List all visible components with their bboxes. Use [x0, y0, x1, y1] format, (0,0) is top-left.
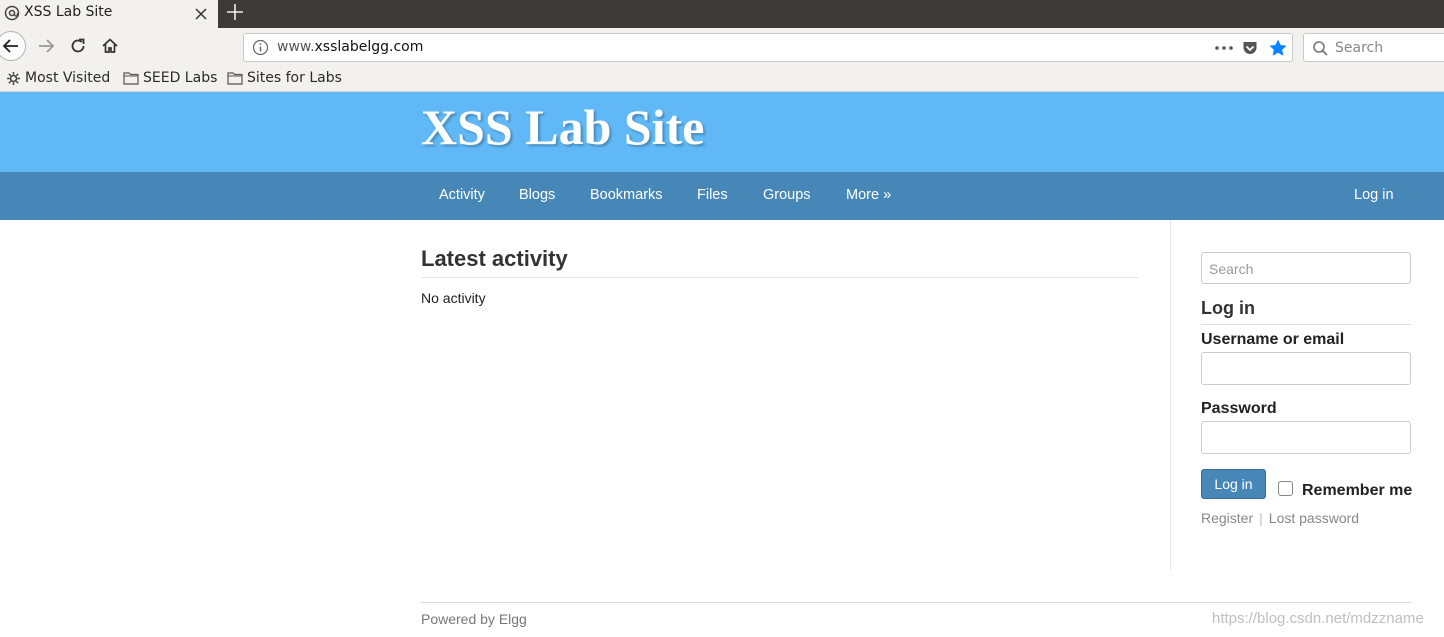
nav-groups[interactable]: Groups — [763, 187, 811, 203]
double-chevron-icon: » — [883, 187, 892, 203]
folder-icon — [227, 72, 243, 85]
register-link[interactable]: Register — [1201, 510, 1253, 526]
nav-more[interactable]: More » — [846, 187, 891, 203]
nav-bookmarks[interactable]: Bookmarks — [590, 187, 663, 203]
bookmark-label: Sites for Labs — [247, 70, 342, 86]
bookmark-label: Most Visited — [25, 70, 111, 86]
pocket-icon[interactable] — [1241, 39, 1259, 57]
browser-navbar: www.xsslabelgg.com Search — [0, 28, 1444, 66]
nav-login[interactable]: Log in — [1354, 187, 1394, 203]
login-button[interactable]: Log in — [1201, 469, 1266, 499]
site-search-placeholder: Search — [1209, 261, 1254, 277]
forward-arrow-icon — [39, 39, 55, 53]
bookmark-star-icon[interactable] — [1268, 38, 1288, 58]
bookmark-label: SEED Labs — [143, 70, 218, 86]
remember-me-checkbox[interactable] — [1278, 481, 1293, 496]
bookmark-most-visited[interactable]: Most Visited — [6, 70, 110, 86]
bookmark-sites-for-labs[interactable]: Sites for Labs — [227, 70, 342, 86]
url-bar[interactable]: www.xsslabelgg.com — [243, 33, 1293, 62]
bookmarks-toolbar: Most Visited SEED Labs Sites for Labs — [0, 66, 1444, 92]
link-separator: | — [1259, 510, 1263, 526]
close-tab-icon[interactable] — [192, 5, 210, 23]
url-text[interactable]: www.xsslabelgg.com — [277, 39, 423, 55]
empty-message: No activity — [421, 290, 486, 306]
nav-more-label: More — [846, 187, 880, 203]
back-button[interactable] — [0, 31, 26, 61]
username-field[interactable] — [1201, 352, 1411, 385]
sidebar-divider — [1170, 220, 1171, 570]
watermark: https://blog.csdn.net/mdzzname — [1212, 610, 1424, 627]
footer-divider — [421, 602, 1411, 603]
site-title[interactable]: XSS Lab Site — [421, 98, 704, 156]
nav-activity[interactable]: Activity — [439, 187, 485, 203]
page-title: Latest activity — [421, 246, 568, 271]
login-heading: Log in — [1201, 298, 1255, 318]
footer-powered-by[interactable]: Powered by Elgg — [421, 611, 527, 627]
remember-me-label[interactable]: Remember me — [1302, 482, 1412, 500]
nav-blogs[interactable]: Blogs — [519, 187, 555, 203]
new-tab-icon[interactable] — [224, 1, 246, 23]
home-icon — [102, 38, 118, 53]
url-domain: xsslabelgg.com — [314, 39, 424, 55]
url-prefix: www. — [277, 39, 315, 55]
site-nav: Activity Blogs Bookmarks Files Groups Mo… — [0, 172, 1444, 220]
search-icon — [1312, 40, 1329, 57]
login-divider — [1201, 324, 1411, 325]
title-divider — [421, 277, 1139, 278]
back-arrow-icon — [2, 39, 18, 53]
reload-icon — [71, 38, 85, 53]
page-actions-icon[interactable] — [1213, 39, 1235, 57]
forward-button[interactable] — [32, 32, 60, 60]
info-icon[interactable] — [252, 39, 269, 56]
folder-icon — [123, 72, 139, 85]
home-button[interactable] — [96, 32, 124, 60]
browser-search-placeholder: Search — [1335, 40, 1384, 56]
bookmark-seed-labs[interactable]: SEED Labs — [123, 70, 217, 86]
username-label: Username or email — [1201, 331, 1345, 348]
site-search-input[interactable]: Search — [1201, 252, 1411, 284]
active-tab[interactable]: XSS Lab Site — [0, 0, 218, 28]
tab-strip: XSS Lab Site — [0, 0, 1444, 28]
browser-search-bar[interactable]: Search — [1303, 33, 1444, 62]
tab-favicon-icon — [4, 5, 20, 21]
lost-password-link[interactable]: Lost password — [1269, 510, 1359, 526]
password-label: Password — [1201, 400, 1277, 417]
account-links: Register | Lost password — [1201, 510, 1359, 526]
tab-title: XSS Lab Site — [24, 4, 113, 20]
reload-button[interactable] — [64, 32, 92, 60]
gear-icon — [7, 71, 20, 85]
site-header: XSS Lab Site — [0, 92, 1444, 172]
nav-files[interactable]: Files — [697, 187, 728, 203]
password-field[interactable] — [1201, 421, 1411, 454]
